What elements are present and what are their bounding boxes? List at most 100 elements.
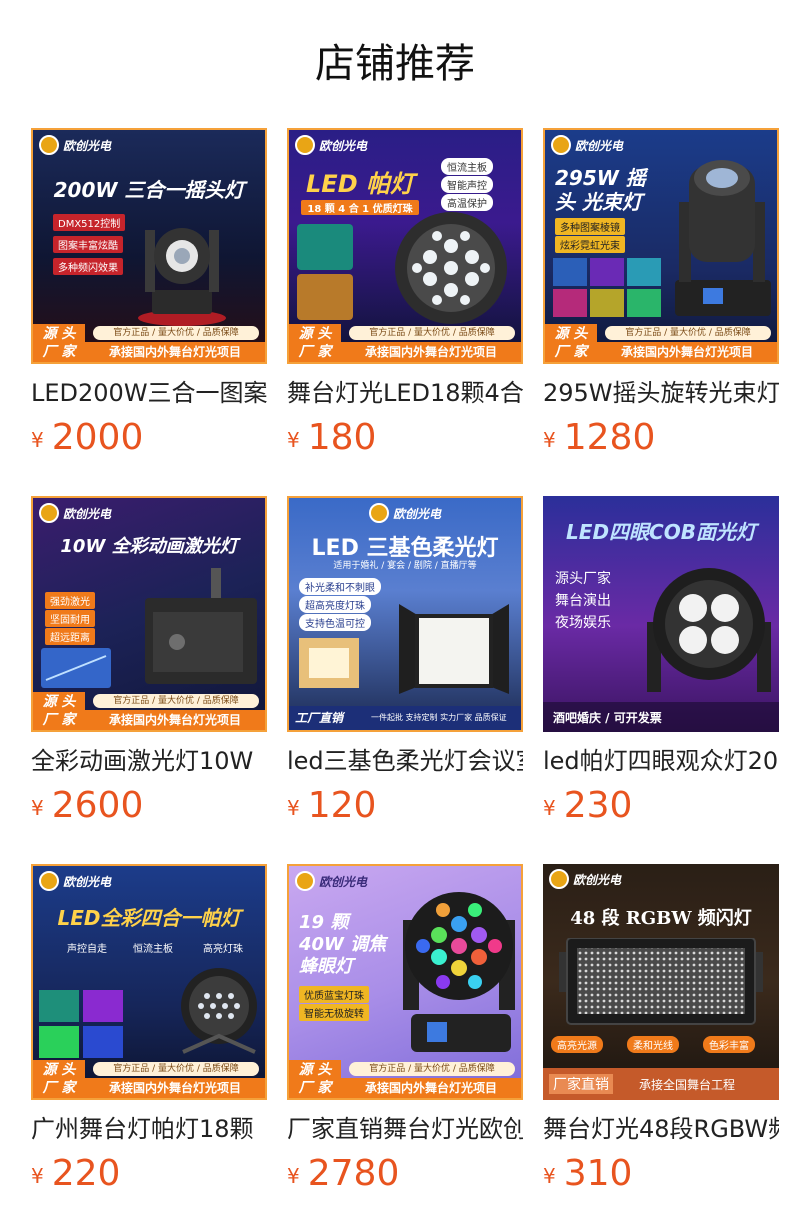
image-bullet: 柔和光线 [627,1036,679,1053]
panel-light-icon [399,604,509,694]
par-light-icon [395,212,507,324]
brand-bar: 源 头厂 家 官方正品 / 量大价优 / 品质保障 承接国内外舞台灯光项目 [289,324,521,362]
image-headline: LED四眼COB面光灯 [566,520,756,544]
image-bullet: 智能无极旋转 [299,1004,369,1021]
product-card[interactable]: 欧创光电 LED 三基色柔光灯 适用于婚礼 / 宴会 / 剧院 / 直播厅等 补… [287,496,523,832]
product-image[interactable]: 欧创光电 LED 帕灯 18 颗 4 合 1 优质灯珠 恒流主板 智能声控 高温… [287,128,523,364]
source-tag: 源 头厂 家 [289,1060,341,1098]
image-bullet: DMX512控制 [53,214,126,231]
section-title: 店铺推荐 [315,41,475,87]
product-name[interactable]: 舞台灯光LED18颗4合1帕灯 [287,378,523,408]
image-footer: 厂家直销 承接全国舞台工程 [543,1068,779,1100]
brand-logo: 欧创光电 [39,870,117,894]
image-bullet: 恒流主板 [441,158,493,175]
product-image[interactable]: 欧创光电 LED全彩四合一帕灯 声控自走 恒流主板 高亮灯珠 源 头厂 家 官方… [31,864,267,1100]
product-card[interactable]: 欧创光电 295W 摇头 光束灯 多种图案棱镜 炫彩霓虹光束 源 头厂 家 官方… [543,128,779,464]
product-image[interactable]: LED四眼COB面光灯 源头厂家 舞台演出 夜场娱乐 酒吧婚庆 / 可开发票 [543,496,779,732]
image-footer: 工厂直销 一件起批 支持定制 实力厂家 品质保证 [289,706,521,730]
source-tag: 源 头厂 家 [289,324,341,362]
brand-bar: 源 头厂 家 官方正品 / 量大价优 / 品质保障 承接国内外舞台灯光项目 [545,324,777,362]
product-name[interactable]: 295W摇头旋转光束灯 [543,378,779,408]
moving-head-light-icon [138,228,226,326]
image-bullet: 声控自走 [67,944,107,955]
product-name[interactable]: led帕灯四眼观众灯200W [543,746,779,776]
source-tag: 源 头厂 家 [545,324,597,362]
guarantee-text: 官方正品 / 量大价优 / 品质保障 [93,694,259,708]
product-card[interactable]: 欧创光电 200W 三合一摇头灯 DMX512控制 图案丰富炫酷 多种频闪效果 … [31,128,267,464]
moving-head-light-icon [675,160,771,316]
brand-bar: 源 头厂 家 官方正品 / 量大价优 / 品质保障 承接国内外舞台灯光项目 [33,324,265,362]
image-bullet: 炫彩霓虹光束 [555,236,625,253]
product-price: ¥2780 [287,1153,400,1194]
image-headline: LED 帕灯 [306,170,414,198]
product-name[interactable]: 舞台灯光48段RGBW频闪灯 [543,1114,779,1144]
par-light-icon [181,968,257,1054]
product-card[interactable]: 欧创光电 48 段 RGBW 频闪灯 高亮光源 柔和光线 色彩丰富 厂家直销 承… [543,864,779,1200]
image-bullet: 源头厂家 [555,571,611,587]
service-text: 承接国内外舞台灯光项目 [341,1078,521,1098]
product-card[interactable]: 欧创光电 10W 全彩动画激光灯 强劲激光 坚固耐用 超远距离 源 头厂 家 官… [31,496,267,832]
brand-bar: 源 头厂 家 官方正品 / 量大价优 / 品质保障 承接国内外舞台灯光项目 [33,1060,265,1098]
guarantee-text: 官方正品 / 量大价优 / 品质保障 [349,326,515,340]
product-image[interactable]: 欧创光电 295W 摇头 光束灯 多种图案棱镜 炫彩霓虹光束 源 头厂 家 官方… [543,128,779,364]
strobe-light-icon [559,938,763,1025]
service-text: 承接国内外舞台灯光项目 [85,1078,265,1098]
currency-symbol: ¥ [31,428,44,452]
image-headline: 48 段 RGBW 频闪灯 [570,908,752,929]
product-image[interactable]: 欧创光电 200W 三合一摇头灯 DMX512控制 图案丰富炫酷 多种频闪效果 … [31,128,267,364]
product-card[interactable]: 欧创光电 LED全彩四合一帕灯 声控自走 恒流主板 高亮灯珠 源 头厂 家 官方… [31,864,267,1200]
product-image[interactable]: 欧创光电 LED 三基色柔光灯 适用于婚礼 / 宴会 / 剧院 / 直播厅等 补… [287,496,523,732]
soft-light-sample-icon [299,638,359,688]
source-tag: 源 头厂 家 [33,1060,85,1098]
brand-bar: 源 头厂 家 官方正品 / 量大价优 / 品质保障 承接国内外舞台灯光项目 [33,692,265,730]
brand-bar: 源 头厂 家 官方正品 / 量大价优 / 品质保障 承接国内外舞台灯光项目 [289,1060,521,1098]
guarantee-text: 官方正品 / 量大价优 / 品质保障 [93,326,259,340]
cob-par-light-icon [647,568,771,692]
bee-eye-light-icon [403,892,515,1052]
product-name[interactable]: 厂家直销舞台灯光欧创 [287,1114,523,1144]
product-price: ¥2600 [31,785,144,826]
product-name[interactable]: led三基色柔光灯会议室 [287,746,523,776]
brand-logo: 欧创光电 [39,134,117,158]
image-bullet: 超高亮度灯珠 [299,596,371,613]
color-effect-icon [39,990,123,1058]
source-tag: 源 头厂 家 [33,324,85,362]
guarantee-text: 官方正品 / 量大价优 / 品质保障 [93,1062,259,1076]
image-footer: 酒吧婚庆 / 可开发票 [543,702,779,732]
laser-projector-icon [145,568,257,684]
image-bullet: 优质蓝宝灯珠 [299,986,369,1003]
service-text: 承接国内外舞台灯光项目 [85,710,265,730]
product-price: ¥310 [543,1153,633,1194]
image-headline: 295W 摇头 光束灯 [555,166,646,214]
product-image[interactable]: 欧创光电 10W 全彩动画激光灯 强劲激光 坚固耐用 超远距离 源 头厂 家 官… [31,496,267,732]
product-name[interactable]: 全彩动画激光灯10W [31,746,267,776]
product-price: ¥1280 [543,417,656,458]
product-card[interactable]: LED四眼COB面光灯 源头厂家 舞台演出 夜场娱乐 酒吧婚庆 / 可开发票 l… [543,496,779,832]
image-bullet: 多种频闪效果 [53,258,123,275]
image-bullet: 夜场娱乐 [555,615,611,631]
image-headline: 19 颗 40W 调焦 蜂眼灯 [299,912,387,977]
brand-logo: 欧创光电 [39,502,117,526]
product-name[interactable]: LED200W三合一图案摇头灯 [31,378,267,408]
laser-sample-icon [41,648,111,688]
product-card[interactable]: 欧创光电 LED 帕灯 18 颗 4 合 1 优质灯珠 恒流主板 智能声控 高温… [287,128,523,464]
image-bullet: 多种图案棱镜 [555,218,625,235]
brand-logo: 欧创光电 [295,134,373,158]
brand-logo: 欧创光电 [369,502,447,526]
product-price: ¥180 [287,417,377,458]
image-bullet: 色彩丰富 [703,1036,755,1053]
product-card[interactable]: 欧创光电 19 颗 40W 调焦 蜂眼灯 优质蓝宝灯珠 智能无极旋转 源 头厂 … [287,864,523,1200]
service-text: 承接国内外舞台灯光项目 [597,342,777,362]
service-text: 承接国内外舞台灯光项目 [341,342,521,362]
product-image[interactable]: 欧创光电 48 段 RGBW 频闪灯 高亮光源 柔和光线 色彩丰富 厂家直销 承… [543,864,779,1100]
product-price: ¥220 [31,1153,121,1194]
image-bullet: 支持色温可控 [299,614,371,631]
image-headline: 10W 全彩动画激光灯 [60,536,238,557]
image-headline: LED全彩四合一帕灯 [57,906,241,930]
image-headline: 200W 三合一摇头灯 [53,178,245,202]
product-name[interactable]: 广州舞台灯帕灯18颗 [31,1114,267,1144]
brand-logo: 欧创光电 [551,134,629,158]
product-image[interactable]: 欧创光电 19 颗 40W 调焦 蜂眼灯 优质蓝宝灯珠 智能无极旋转 源 头厂 … [287,864,523,1100]
image-bullet: 智能声控 [441,176,493,193]
product-price: ¥120 [287,785,377,826]
